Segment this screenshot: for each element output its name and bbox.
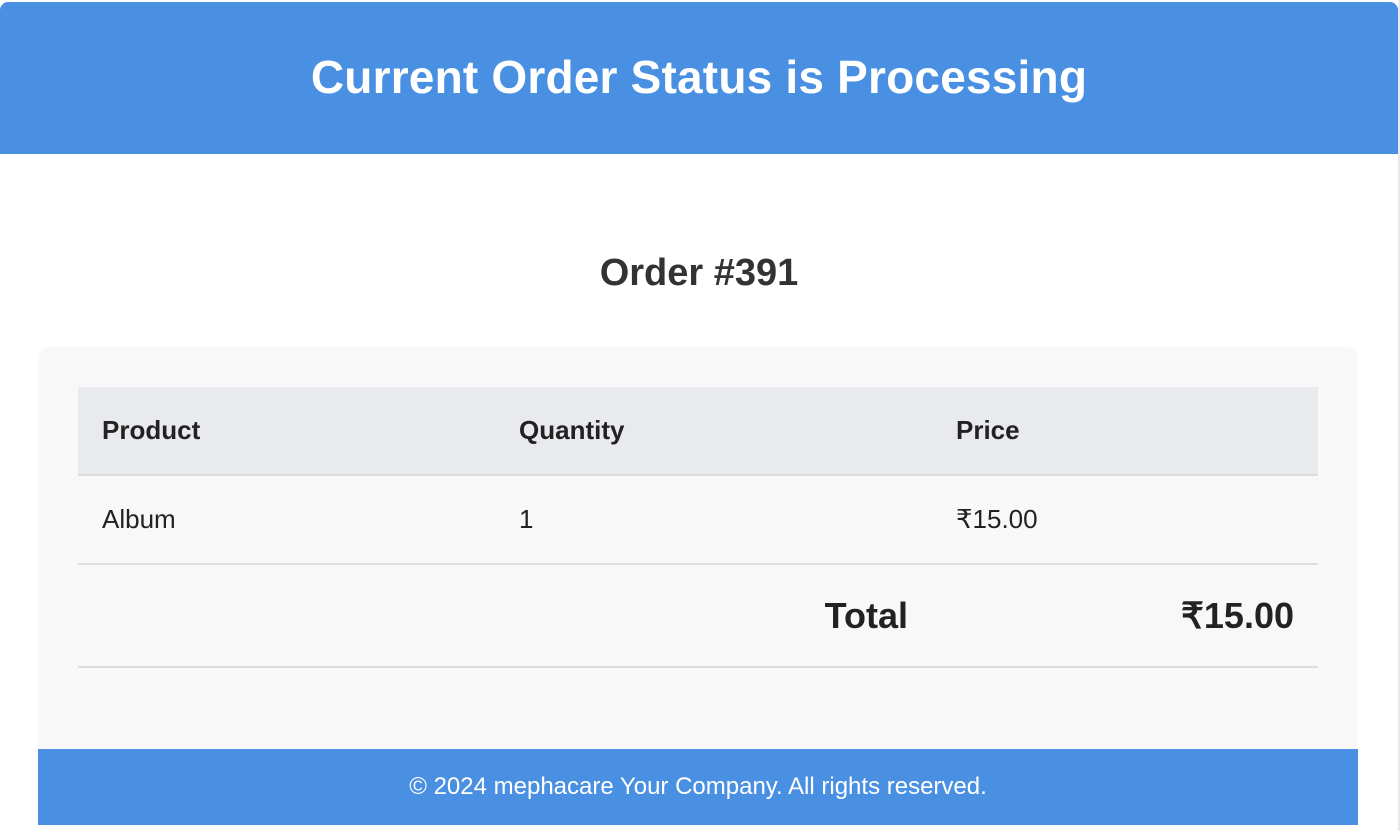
total-row: Total ₹15.00 xyxy=(78,564,1318,668)
product-cell: Album xyxy=(78,475,495,565)
quantity-cell: 1 xyxy=(495,475,932,565)
column-header-product: Product xyxy=(78,387,495,476)
price-cell: ₹15.00 xyxy=(932,475,1318,565)
order-card: Product Quantity Price Album 1 ₹15.00 To… xyxy=(38,347,1358,749)
status-title: Current Order Status is Processing xyxy=(310,51,1088,103)
order-title: Order #391 xyxy=(599,252,799,294)
table-row: Album 1 ₹15.00 xyxy=(78,475,1318,565)
total-label: Total xyxy=(78,564,932,668)
table-header-row: Product Quantity Price xyxy=(78,387,1318,476)
email-page: Current Order Status is Processing Order… xyxy=(0,0,1400,831)
footer-copyright: © 2024 mephacare Your Company. All right… xyxy=(409,773,987,800)
footer: © 2024 mephacare Your Company. All right… xyxy=(38,749,1358,825)
status-header: Current Order Status is Processing xyxy=(0,2,1398,154)
column-header-price: Price xyxy=(932,387,1318,476)
column-header-quantity: Quantity xyxy=(495,387,932,476)
total-value: ₹15.00 xyxy=(932,564,1318,668)
order-items-table: Product Quantity Price Album 1 ₹15.00 To… xyxy=(78,387,1318,668)
